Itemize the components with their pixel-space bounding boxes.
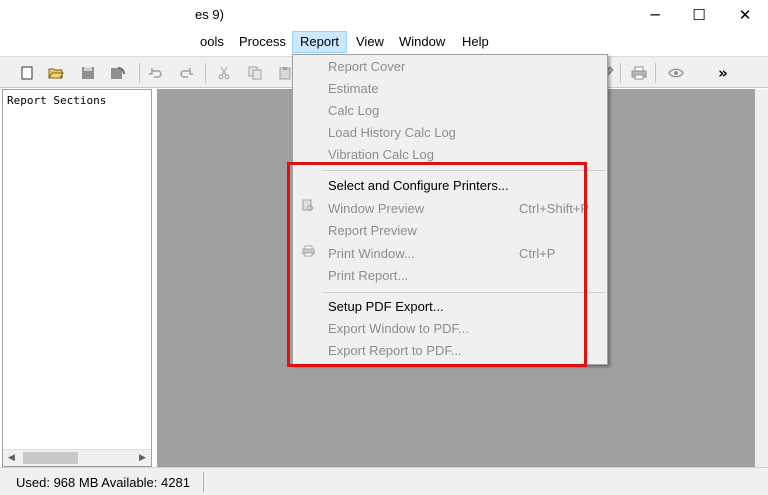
save-as-button[interactable] — [109, 64, 127, 82]
maximize-button[interactable]: ☐ — [676, 0, 722, 30]
menu-item-label: Estimate — [328, 81, 379, 96]
new-file-icon — [21, 66, 33, 80]
printer-icon — [631, 66, 647, 80]
toolbar-overflow-button[interactable]: » — [714, 64, 732, 82]
menu-tools[interactable]: ools — [193, 31, 231, 53]
undo-icon — [149, 68, 162, 78]
save-button[interactable] — [79, 64, 97, 82]
menu-bar: ools Process Report View Window Help — [0, 30, 768, 54]
eye-icon — [668, 68, 684, 78]
chevron-double-right-icon: » — [718, 64, 728, 82]
status-bar: Used: 968 MB Available: 4281 — [0, 467, 768, 495]
scroll-right-arrow-icon[interactable]: ▶ — [134, 450, 151, 466]
close-icon: ✕ — [738, 6, 752, 24]
copy-icon — [248, 66, 262, 80]
menu-help[interactable]: Help — [455, 31, 496, 53]
menu-item-estimate[interactable]: Estimate — [293, 78, 607, 100]
save-icon — [82, 67, 94, 79]
redo-icon — [180, 68, 193, 78]
window-title: es 9) — [195, 7, 224, 22]
open-folder-button[interactable] — [47, 64, 65, 82]
menu-item-label: Load History Calc Log — [328, 125, 456, 140]
undo-button[interactable] — [146, 64, 164, 82]
menu-item-load-history-calc-log[interactable]: Load History Calc Log — [293, 122, 607, 144]
copy-button[interactable] — [246, 64, 264, 82]
status-separator — [203, 472, 204, 492]
menu-item-label: Calc Log — [328, 103, 380, 118]
paste-icon — [279, 67, 291, 80]
menu-window[interactable]: Window — [392, 31, 452, 53]
print-button[interactable] — [630, 64, 648, 82]
save-as-icon — [111, 67, 125, 79]
menu-item-calc-log[interactable]: Calc Log — [293, 100, 607, 122]
new-file-button[interactable] — [18, 64, 36, 82]
maximize-icon: ☐ — [692, 6, 706, 24]
cut-button[interactable] — [215, 64, 233, 82]
cut-icon — [218, 66, 230, 80]
horizontal-scrollbar[interactable]: ◀ ▶ — [3, 449, 151, 466]
toolbar-separator — [655, 63, 656, 83]
menu-item-report-cover[interactable]: Report Cover — [293, 56, 607, 78]
close-button[interactable]: ✕ — [722, 0, 768, 30]
open-folder-icon — [48, 68, 64, 79]
toolbar-separator — [620, 63, 621, 83]
panel-title: Report Sections — [7, 94, 107, 107]
title-bar: es 9) ─ ☐ ✕ — [0, 0, 768, 30]
menu-process[interactable]: Process — [232, 31, 293, 53]
menu-report[interactable]: Report — [292, 31, 348, 53]
right-gutter — [755, 89, 768, 467]
menu-item-label: Report Cover — [328, 59, 406, 74]
toolbar-separator — [205, 63, 206, 83]
toolbar-separator — [139, 63, 140, 83]
report-sections-panel: Report Sections ◀ ▶ — [2, 89, 152, 467]
memory-status: Used: 968 MB Available: 4281 — [16, 475, 190, 490]
minimize-button[interactable]: ─ — [632, 0, 678, 30]
preview-button[interactable] — [667, 64, 685, 82]
scrollbar-thumb[interactable] — [23, 452, 78, 464]
annotation-highlight-box — [287, 162, 587, 367]
minimize-icon: ─ — [650, 6, 660, 24]
redo-button[interactable] — [178, 64, 196, 82]
scroll-left-arrow-icon[interactable]: ◀ — [3, 450, 20, 466]
menu-view[interactable]: View — [349, 31, 391, 53]
